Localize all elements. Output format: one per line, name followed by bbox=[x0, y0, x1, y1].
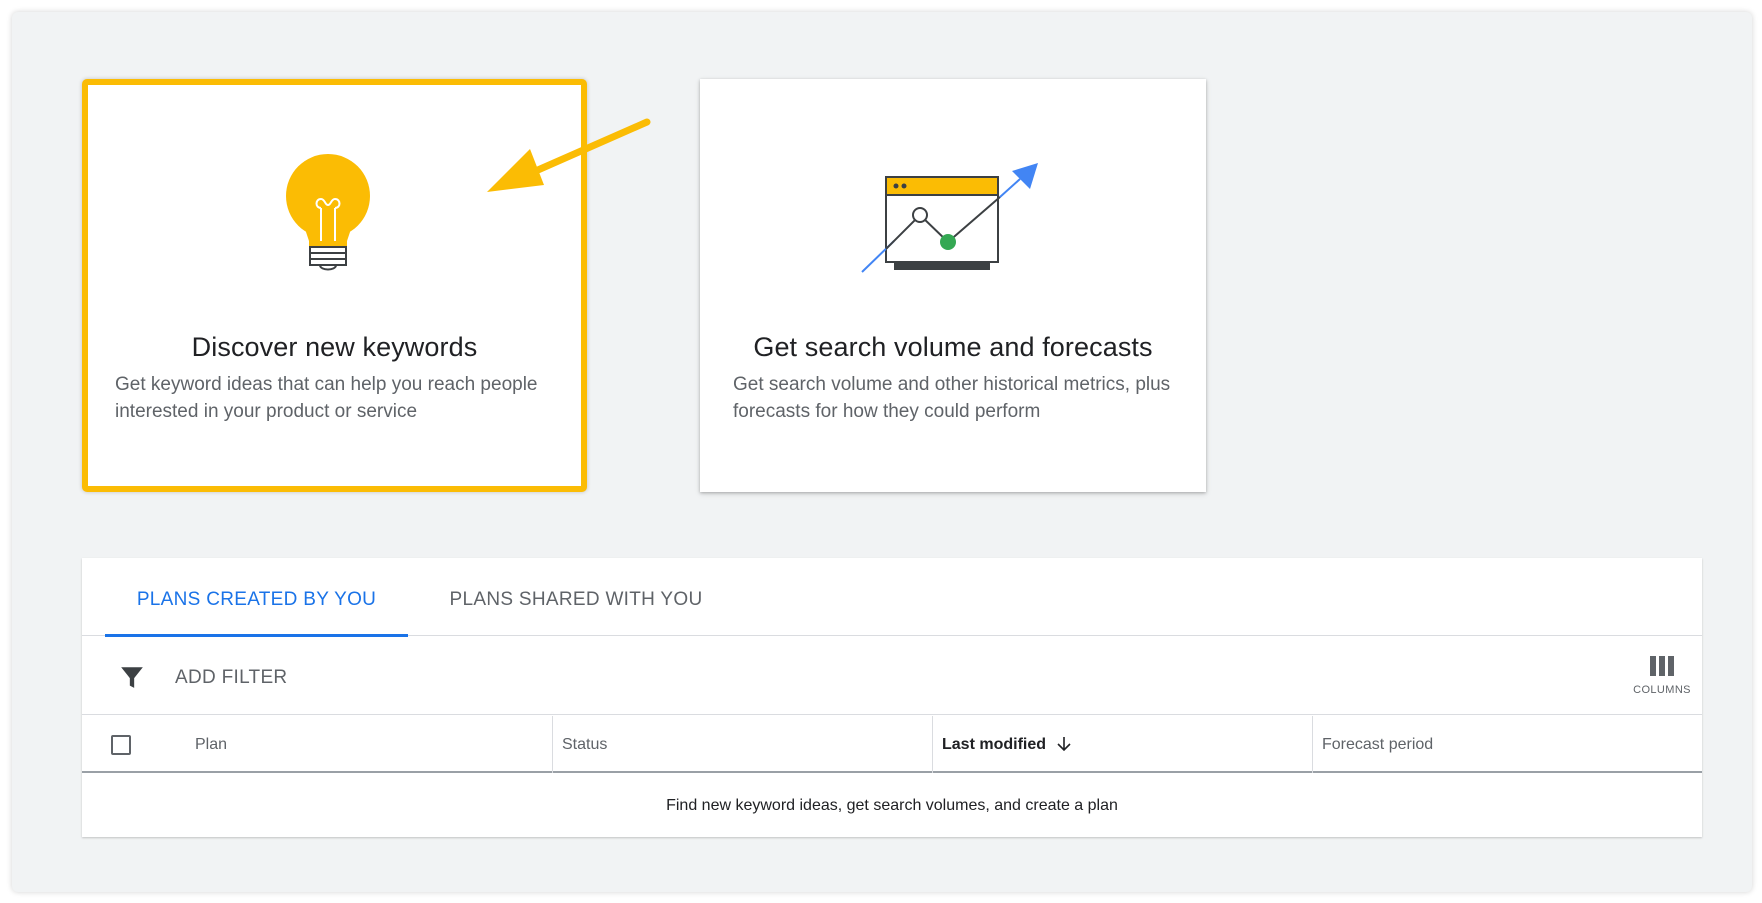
column-divider bbox=[552, 716, 553, 773]
filter-icon[interactable] bbox=[119, 664, 145, 690]
table-header: Plan Status Last modified Forecast perio… bbox=[82, 716, 1702, 773]
column-header-label: Last modified bbox=[942, 736, 1047, 753]
search-volume-forecasts-card[interactable]: Get search volume and forecasts Get sear… bbox=[700, 79, 1206, 492]
column-header-status[interactable]: Status bbox=[562, 716, 607, 773]
arrow-down-icon bbox=[1057, 736, 1071, 751]
columns-button[interactable]: COLUMNS bbox=[1632, 656, 1692, 696]
select-all-checkbox[interactable] bbox=[111, 735, 131, 755]
lightbulb-icon bbox=[286, 154, 370, 271]
card-title: Discover new keywords bbox=[191, 332, 478, 362]
trend-chart-icon bbox=[861, 163, 1038, 273]
keyword-planner-canvas: Discover new keywords Get keyword ideas … bbox=[12, 12, 1752, 892]
card-title: Get search volume and forecasts bbox=[753, 332, 1153, 362]
column-divider bbox=[932, 716, 933, 773]
column-header-plan[interactable]: Plan bbox=[195, 716, 227, 773]
filter-bar: ADD FILTER COLUMNS bbox=[82, 637, 1702, 715]
plans-panel: PLANS CREATED BY YOU PLANS SHARED WITH Y… bbox=[82, 558, 1702, 837]
empty-table-message: Find new keyword ideas, get search volum… bbox=[666, 797, 1118, 814]
tab-plans-shared-with-you[interactable]: PLANS SHARED WITH YOU bbox=[426, 558, 726, 636]
tab-plans-created-by-you[interactable]: PLANS CREATED BY YOU bbox=[105, 558, 408, 637]
card-description: Get search volume and other historical m… bbox=[733, 374, 1171, 422]
annotation-arrow-icon bbox=[487, 118, 651, 192]
columns-label: COLUMNS bbox=[1633, 684, 1691, 696]
plans-tabs: PLANS CREATED BY YOU PLANS SHARED WITH Y… bbox=[82, 558, 1702, 637]
columns-icon bbox=[1650, 656, 1674, 676]
card-description: Get keyword ideas that can help you reac… bbox=[115, 374, 538, 422]
column-header-forecast-period[interactable]: Forecast period bbox=[1322, 716, 1433, 773]
column-divider bbox=[1312, 716, 1313, 773]
column-header-last-modified[interactable]: Last modified bbox=[942, 716, 1072, 773]
add-filter-button[interactable]: ADD FILTER bbox=[175, 667, 287, 689]
